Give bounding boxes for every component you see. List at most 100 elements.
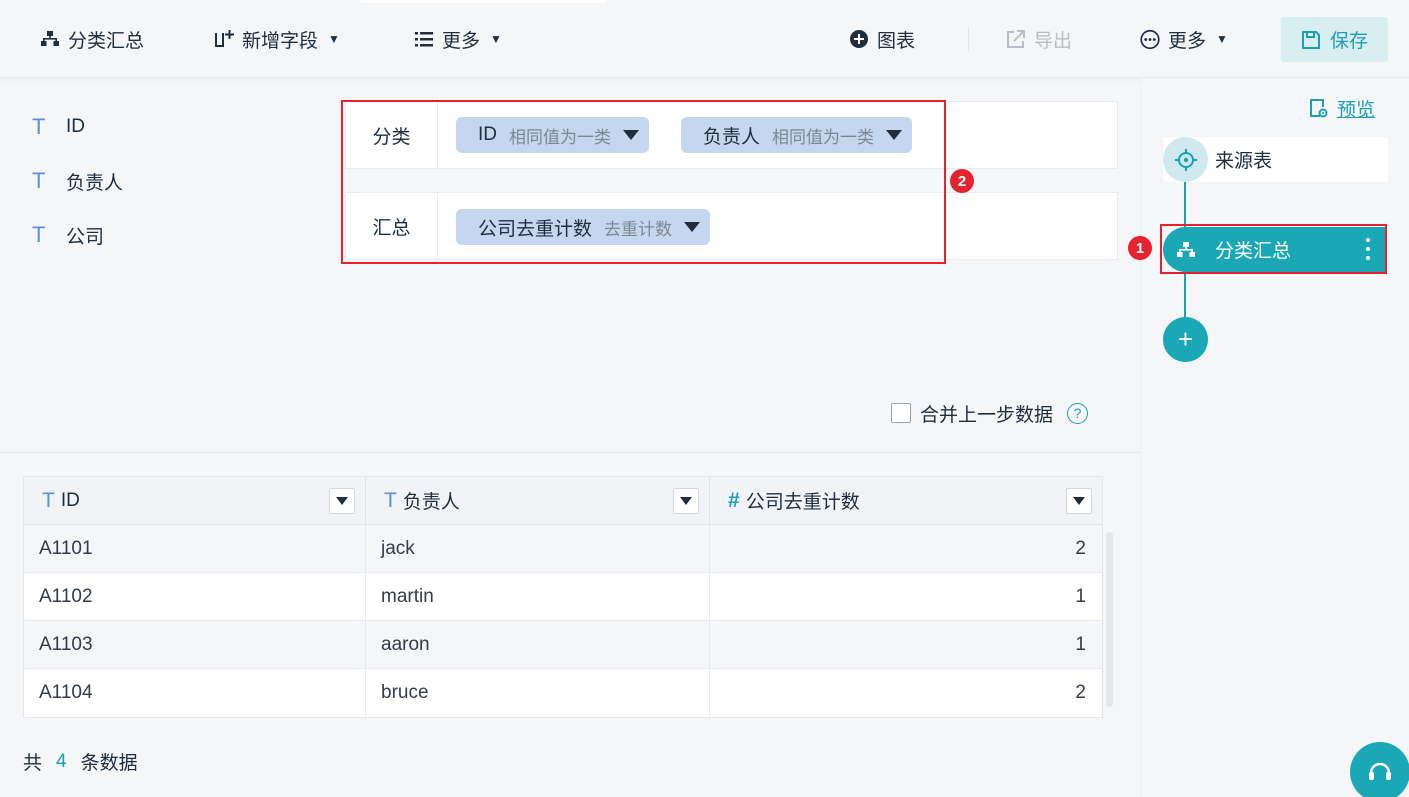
chip-mode: 去重计数 bbox=[604, 219, 673, 239]
chip-dropdown-icon[interactable] bbox=[886, 130, 903, 140]
group-summary-label: 分类汇总 bbox=[68, 30, 145, 52]
more-circle-icon bbox=[1140, 29, 1160, 49]
chip-dropdown-icon[interactable] bbox=[684, 222, 701, 232]
group-summary-button[interactable]: 分类汇总 bbox=[40, 24, 144, 54]
plus-circle-icon bbox=[849, 29, 869, 49]
group-summary-node-label: 分类汇总 bbox=[1215, 241, 1292, 262]
help-icon[interactable]: ? bbox=[1067, 402, 1089, 424]
cell-count: 2 bbox=[1075, 682, 1086, 703]
cell-owner: martin bbox=[366, 573, 710, 620]
more-right-label: 更多 bbox=[1168, 30, 1207, 52]
table-scrollbar[interactable] bbox=[1106, 532, 1113, 707]
cell-owner: aaron bbox=[366, 621, 710, 668]
toolbar-separator bbox=[968, 27, 969, 51]
text-type-icon: T bbox=[32, 222, 46, 247]
more-right-button[interactable]: 更多 ▼ bbox=[1140, 24, 1228, 54]
group-summary-node[interactable]: 分类汇总 bbox=[1163, 227, 1385, 272]
table-row: A1101 jack 2 bbox=[24, 525, 1102, 573]
text-type-icon: T bbox=[384, 488, 397, 512]
column-label: ID bbox=[60, 489, 80, 511]
source-node-label: 来源表 bbox=[1215, 151, 1273, 172]
export-icon bbox=[1006, 29, 1026, 49]
cell-id: A1104 bbox=[24, 669, 366, 717]
caret-down-icon: ▼ bbox=[328, 32, 340, 46]
more-left-button[interactable]: 更多 ▼ bbox=[414, 24, 502, 54]
caret-down-icon: ▼ bbox=[1216, 32, 1228, 46]
group-summary-icon bbox=[1163, 241, 1208, 258]
caret-down-icon bbox=[1073, 497, 1085, 505]
save-icon bbox=[1301, 30, 1321, 50]
category-label: 分类 bbox=[346, 102, 438, 168]
column-header-owner: T 负责人 bbox=[366, 477, 710, 524]
column-label: 公司去重计数 bbox=[745, 492, 860, 513]
field-name: ID bbox=[66, 116, 85, 137]
kebab-menu-icon[interactable] bbox=[1365, 238, 1371, 260]
field-item-owner[interactable]: T 负责人 bbox=[32, 167, 123, 195]
row-count-suffix: 条数据 bbox=[80, 753, 138, 774]
column-dropdown-button[interactable] bbox=[1066, 488, 1092, 514]
preview-table: T ID T 负责人 # 公司去重计数 A1101 jack 2 A1102 m… bbox=[23, 476, 1103, 718]
cell-owner: jack bbox=[366, 525, 710, 572]
column-header-id: T ID bbox=[24, 477, 366, 524]
add-field-label: 新增字段 bbox=[242, 30, 319, 52]
preview-link[interactable]: 预览 bbox=[1308, 95, 1375, 122]
toolbar: 分类汇总 新增字段 ▼ 更多 ▼ 图表 导出 更多 ▼ 保存 bbox=[0, 0, 1409, 78]
preview-label: 预览 bbox=[1337, 100, 1376, 121]
flow-panel bbox=[1140, 78, 1409, 797]
cell-count: 2 bbox=[1075, 537, 1086, 559]
row-count-prefix: 共 bbox=[23, 753, 43, 774]
chip-name: 公司去重计数 bbox=[478, 218, 593, 240]
merge-label: 合并上一步数据 bbox=[920, 404, 1054, 426]
cell-owner: bruce bbox=[366, 669, 710, 717]
table-row: A1102 martin 1 bbox=[24, 573, 1102, 621]
field-item-id[interactable]: T ID bbox=[32, 113, 85, 141]
target-icon bbox=[1163, 137, 1208, 182]
merge-option: 合并上一步数据 ? bbox=[891, 400, 1089, 426]
category-chip-id[interactable]: ID 相同值为一类 bbox=[456, 117, 649, 153]
group-summary-icon bbox=[40, 29, 60, 49]
cell-id: A1103 bbox=[24, 621, 366, 668]
chip-name: 负责人 bbox=[703, 126, 761, 148]
cell-id: A1102 bbox=[24, 573, 366, 620]
merge-checkbox[interactable] bbox=[891, 403, 911, 423]
text-type-icon: T bbox=[32, 114, 46, 139]
save-label: 保存 bbox=[1329, 31, 1368, 52]
column-dropdown-button[interactable] bbox=[329, 488, 355, 514]
table-row: A1103 aaron 1 bbox=[24, 621, 1102, 669]
summary-row: 汇总 公司去重计数 去重计数 bbox=[345, 192, 1118, 260]
export-label: 导出 bbox=[1034, 30, 1073, 52]
caret-down-icon: ▼ bbox=[490, 32, 502, 46]
source-table-node[interactable]: 来源表 bbox=[1163, 137, 1388, 182]
add-column-icon bbox=[214, 29, 234, 49]
save-button[interactable]: 保存 bbox=[1281, 17, 1388, 62]
cell-count: 1 bbox=[1075, 585, 1086, 607]
export-button[interactable]: 导出 bbox=[1006, 24, 1072, 54]
number-type-icon: # bbox=[728, 488, 740, 512]
chip-mode: 相同值为一类 bbox=[772, 127, 875, 147]
field-name: 公司 bbox=[66, 226, 105, 248]
section-divider bbox=[0, 452, 1140, 453]
step-badge-1: 1 bbox=[1128, 236, 1152, 260]
chip-mode: 相同值为一类 bbox=[509, 127, 611, 147]
chart-button[interactable]: 图表 bbox=[849, 24, 915, 54]
list-icon bbox=[414, 29, 434, 49]
column-label: 负责人 bbox=[402, 492, 460, 513]
chip-name: ID bbox=[478, 124, 497, 145]
add-step-button[interactable]: + bbox=[1163, 317, 1208, 362]
chip-dropdown-icon[interactable] bbox=[623, 130, 639, 140]
column-header-company-count: # 公司去重计数 bbox=[710, 477, 1102, 524]
text-type-icon: T bbox=[42, 488, 55, 512]
summary-label: 汇总 bbox=[346, 193, 438, 259]
add-field-button[interactable]: 新增字段 ▼ bbox=[214, 24, 340, 54]
column-dropdown-button[interactable] bbox=[673, 488, 699, 514]
flow-connector bbox=[1184, 180, 1186, 228]
field-item-company[interactable]: T 公司 bbox=[32, 221, 104, 249]
row-count: 共 4 条数据 bbox=[23, 748, 138, 775]
text-type-icon: T bbox=[32, 168, 46, 193]
table-row: A1104 bruce 2 bbox=[24, 669, 1102, 717]
customer-service-icon[interactable] bbox=[1350, 742, 1409, 797]
field-name: 负责人 bbox=[66, 172, 124, 194]
category-chip-owner[interactable]: 负责人 相同值为一类 bbox=[681, 117, 913, 153]
summary-chip-company[interactable]: 公司去重计数 去重计数 bbox=[456, 209, 711, 245]
caret-down-icon bbox=[680, 497, 692, 505]
